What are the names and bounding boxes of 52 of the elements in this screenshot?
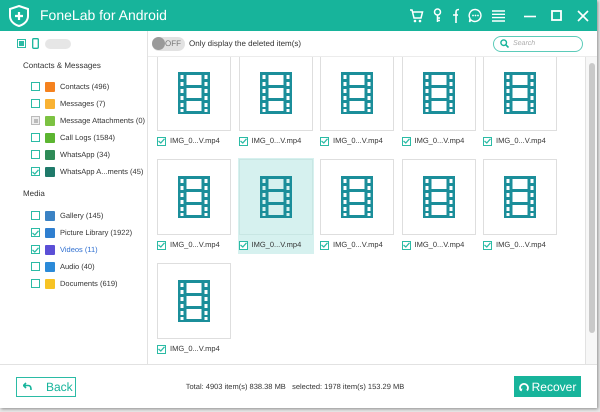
film-strip-icon bbox=[422, 176, 454, 218]
checkbox[interactable] bbox=[31, 279, 40, 288]
checked-checkbox[interactable] bbox=[402, 240, 410, 250]
section-heading: Media bbox=[22, 188, 46, 200]
refresh-icon bbox=[518, 382, 529, 392]
scrollbar[interactable] bbox=[585, 57, 597, 364]
film-strip-icon bbox=[341, 176, 373, 218]
film-strip-icon bbox=[260, 176, 292, 218]
cart-icon[interactable] bbox=[409, 8, 424, 22]
film-strip-icon bbox=[504, 176, 536, 218]
checked-checkbox[interactable] bbox=[157, 240, 166, 250]
blurred-device-name bbox=[45, 38, 71, 48]
film-strip-icon bbox=[341, 72, 373, 114]
checked-checkbox[interactable] bbox=[157, 136, 166, 146]
scrollbar-thumb[interactable] bbox=[588, 63, 594, 333]
filter-label: Only display the deleted item(s) bbox=[189, 38, 302, 50]
checkbox[interactable] bbox=[31, 82, 40, 91]
checked-checkbox[interactable] bbox=[157, 344, 166, 354]
section-heading: Contacts & Messages bbox=[22, 60, 102, 72]
checked-checkbox[interactable] bbox=[483, 240, 492, 250]
chat-bubble-icon[interactable] bbox=[468, 8, 483, 23]
checked-checkbox[interactable] bbox=[238, 136, 248, 146]
checked-checkbox[interactable] bbox=[31, 228, 40, 237]
key-icon[interactable] bbox=[433, 8, 442, 23]
menu-icon[interactable] bbox=[492, 10, 505, 22]
phone-icon bbox=[32, 38, 39, 49]
checked-checkbox[interactable] bbox=[238, 240, 248, 250]
checkbox[interactable] bbox=[31, 133, 40, 142]
film-strip-icon bbox=[260, 72, 292, 114]
film-strip-icon bbox=[178, 280, 210, 322]
film-strip-icon bbox=[504, 72, 536, 114]
checked-checkbox[interactable] bbox=[320, 136, 329, 146]
back-arrow-icon bbox=[23, 382, 32, 391]
checked-checkbox[interactable] bbox=[483, 136, 492, 146]
film-strip-icon bbox=[178, 72, 210, 114]
facebook-icon[interactable] bbox=[451, 8, 459, 23]
maximize-icon[interactable] bbox=[551, 10, 562, 21]
window-title: FoneLab for Android bbox=[40, 6, 167, 25]
checked-checkbox[interactable] bbox=[31, 167, 40, 176]
checkbox[interactable] bbox=[31, 262, 40, 271]
checked-checkbox[interactable] bbox=[320, 240, 329, 250]
checkbox[interactable] bbox=[31, 211, 40, 220]
film-strip-icon bbox=[178, 176, 210, 218]
film-strip-icon bbox=[422, 72, 454, 114]
search-icon bbox=[500, 39, 509, 48]
close-icon[interactable] bbox=[577, 10, 589, 22]
checkbox[interactable] bbox=[31, 99, 40, 108]
partial-checkbox[interactable] bbox=[17, 39, 26, 48]
checkbox[interactable] bbox=[31, 150, 40, 159]
checked-checkbox[interactable] bbox=[402, 136, 410, 146]
checked-checkbox[interactable] bbox=[31, 245, 40, 254]
plus-shield-icon bbox=[8, 4, 30, 26]
